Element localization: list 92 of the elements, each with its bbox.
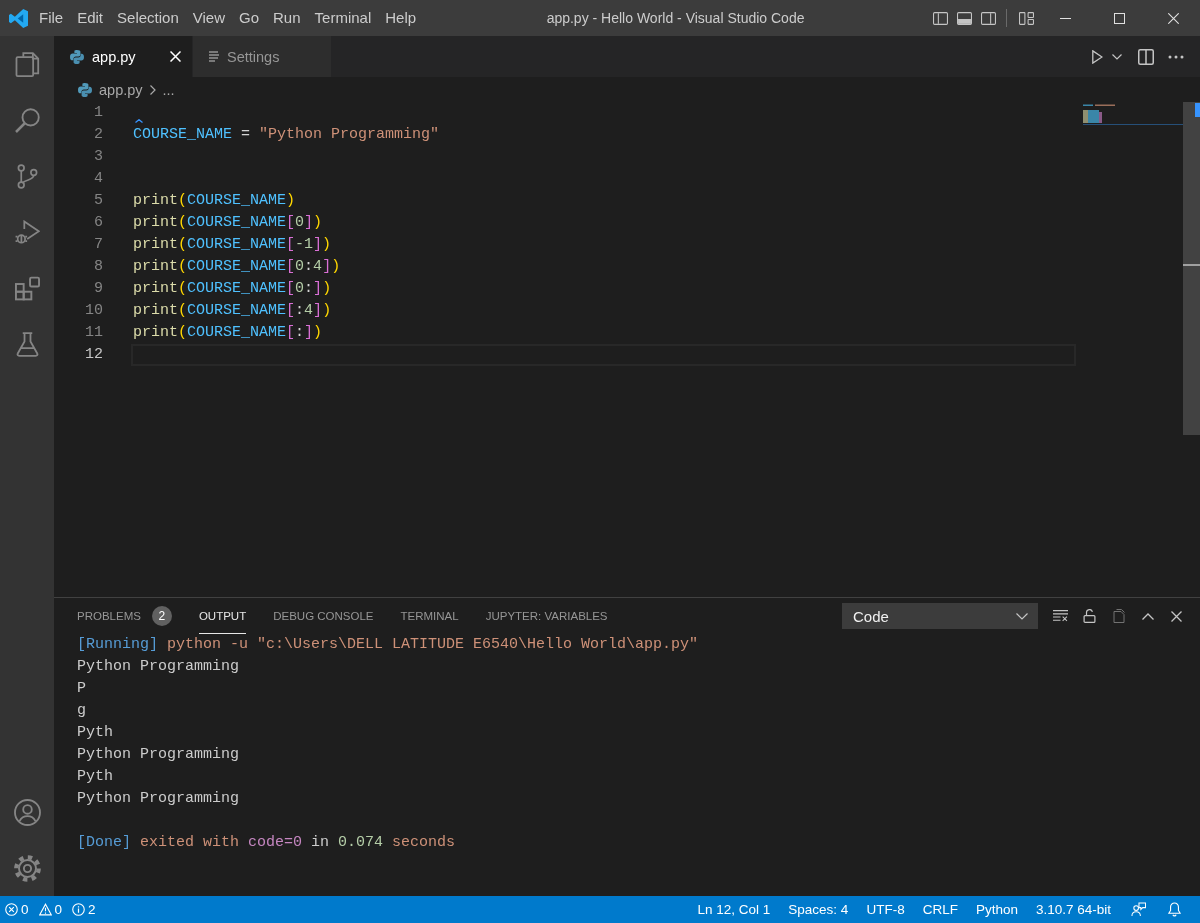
menu-item[interactable]: Selection bbox=[110, 5, 186, 31]
menu-item[interactable]: Run bbox=[266, 5, 308, 31]
info-icon bbox=[72, 903, 86, 916]
settings-icon[interactable] bbox=[13, 854, 41, 882]
unlock-icon[interactable] bbox=[1082, 609, 1097, 623]
line-number: 8 bbox=[93, 257, 103, 277]
line-number: 9 bbox=[93, 279, 103, 299]
code-line: print(COURSE_NAME[-1]) bbox=[133, 236, 332, 254]
code-line: print(COURSE_NAME[0]) bbox=[133, 214, 323, 232]
code-line: COURSE_NAME = "Python Programming" bbox=[133, 126, 440, 144]
menu-item[interactable]: View bbox=[185, 5, 232, 31]
line-number: 10 bbox=[84, 301, 103, 321]
close-icon[interactable] bbox=[1171, 610, 1182, 622]
menu-item[interactable]: Terminal bbox=[307, 5, 379, 31]
status-bar-item[interactable]: Ln 12, Col 1 bbox=[688, 899, 780, 920]
breadcrumb-item[interactable]: app.py bbox=[99, 81, 143, 98]
code-line: print(COURSE_NAME[0:]) bbox=[133, 280, 332, 298]
close-icon[interactable] bbox=[1167, 12, 1179, 24]
output-channel-select[interactable]: Code bbox=[842, 603, 1038, 629]
python-file-icon bbox=[70, 49, 84, 64]
list-icon bbox=[209, 51, 219, 62]
line-number: 12 bbox=[84, 345, 103, 365]
line-number: 11 bbox=[84, 323, 103, 343]
line-number: 3 bbox=[93, 147, 103, 167]
count-badge: 2 bbox=[151, 605, 172, 626]
panel-tab[interactable]: PROBLEMS 2 bbox=[77, 598, 172, 634]
line-number: 6 bbox=[93, 213, 103, 233]
bell-icon[interactable] bbox=[1166, 902, 1182, 917]
status-bar-item[interactable]: Python bbox=[966, 899, 1027, 920]
scrollbar[interactable] bbox=[1183, 102, 1200, 435]
output-line: Python Programming bbox=[77, 746, 240, 764]
account-icon[interactable] bbox=[13, 798, 41, 826]
bottom-pane-layout-icon[interactable] bbox=[956, 11, 972, 25]
panel-tab[interactable]: TERMINAL bbox=[400, 598, 459, 634]
menu-item[interactable]: Edit bbox=[70, 5, 111, 31]
right-pane-layout-icon[interactable] bbox=[980, 11, 996, 25]
line-number: 5 bbox=[93, 191, 103, 211]
line-number: 4 bbox=[93, 169, 103, 189]
panel-tab[interactable]: DEBUG CONSOLE bbox=[273, 598, 374, 634]
code-line: print(COURSE_NAME[:4]) bbox=[133, 302, 332, 320]
output-line: Pyth bbox=[77, 724, 113, 742]
logo-icon bbox=[9, 8, 28, 28]
line-number: 1 bbox=[93, 103, 103, 123]
chevron-up-icon[interactable] bbox=[1141, 612, 1154, 620]
flask-icon[interactable] bbox=[14, 331, 40, 357]
split-editor-icon[interactable] bbox=[1138, 48, 1154, 65]
search-icon[interactable] bbox=[14, 107, 40, 133]
more-icon[interactable] bbox=[1168, 54, 1184, 59]
chevron-right-icon bbox=[149, 84, 156, 95]
output-line: Python Programming bbox=[77, 790, 240, 808]
person-bubble-icon[interactable] bbox=[1130, 902, 1146, 917]
panel-tab[interactable]: OUTPUT bbox=[198, 598, 247, 634]
output-line: Pyth bbox=[77, 768, 113, 786]
status-bar-item[interactable]: 3.10.7 64-bit bbox=[1026, 899, 1120, 920]
output-line: Python Programming bbox=[77, 658, 240, 676]
output-line: P bbox=[77, 680, 86, 698]
code-line: print(COURSE_NAME) bbox=[133, 192, 296, 210]
output-line: g bbox=[77, 702, 86, 720]
warning-icon bbox=[38, 903, 52, 916]
minimap[interactable] bbox=[1083, 103, 1183, 125]
maximize-icon[interactable] bbox=[1113, 12, 1125, 24]
output-line: [Done] exited with code=0 in 0.074 seconds bbox=[77, 834, 456, 852]
play-bug-icon[interactable] bbox=[14, 219, 40, 245]
line-number: 7 bbox=[93, 235, 103, 255]
code-line: print(COURSE_NAME[:]) bbox=[133, 324, 323, 342]
chevron-down-icon[interactable] bbox=[1112, 53, 1122, 60]
status-bar-item[interactable]: CRLF bbox=[913, 899, 967, 920]
code-line: print(COURSE_NAME[0:4]) bbox=[133, 258, 341, 276]
editor-tab[interactable]: app.py bbox=[54, 36, 193, 77]
status-bar-item[interactable]: UTF-8 bbox=[857, 899, 914, 920]
editor-tab[interactable]: Settings bbox=[193, 36, 332, 77]
panel-tab[interactable]: JUPYTER: VARIABLES bbox=[485, 598, 608, 634]
status-bar-item[interactable]: Spaces: 4 bbox=[779, 899, 858, 920]
menu-item[interactable]: File bbox=[32, 5, 71, 31]
layout-grid-icon[interactable] bbox=[1018, 11, 1034, 25]
files-icon[interactable] bbox=[14, 51, 40, 77]
window-title: app.py - Hello World - Visual Studio Code bbox=[546, 10, 805, 26]
line-number: 2 bbox=[93, 125, 103, 145]
breadcrumb-item[interactable]: ... bbox=[162, 81, 175, 98]
play-icon[interactable] bbox=[1092, 49, 1103, 64]
clear-list-icon[interactable] bbox=[1053, 609, 1068, 623]
python-file-icon bbox=[78, 82, 92, 97]
menu-item[interactable]: Help bbox=[378, 5, 424, 31]
chevron-down-icon bbox=[1016, 612, 1028, 620]
left-pane-layout-icon[interactable] bbox=[932, 11, 948, 25]
menu-item[interactable]: Go bbox=[232, 5, 266, 31]
document-icon[interactable] bbox=[1111, 609, 1126, 623]
error-icon bbox=[5, 903, 18, 916]
blocks-icon[interactable] bbox=[14, 275, 40, 301]
problems-status-button[interactable]: 0 0 2 bbox=[0, 899, 115, 920]
output-line: [Running] python -u "c:\Users\DELL LATITUDE E6540\Hello World\app.py" bbox=[77, 636, 699, 654]
minimize-icon[interactable] bbox=[1059, 17, 1071, 19]
